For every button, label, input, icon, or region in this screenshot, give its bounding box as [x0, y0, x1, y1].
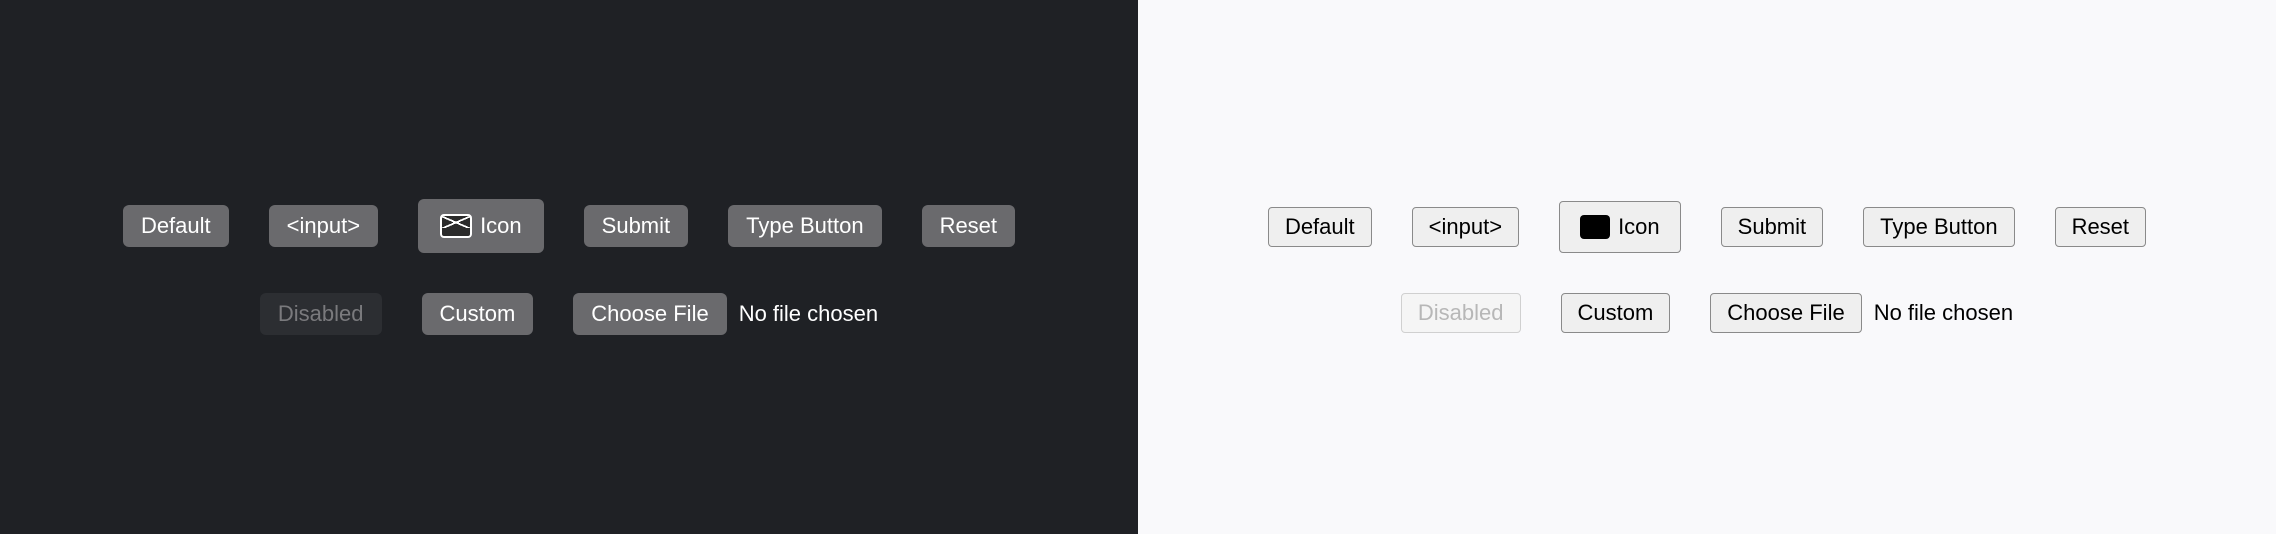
file-input-group: Choose File No file chosen [573, 293, 878, 335]
block-icon [1580, 215, 1610, 239]
icon-button-label: Icon [1618, 214, 1660, 240]
reset-button[interactable]: Reset [2055, 207, 2146, 247]
input-button[interactable]: <input> [269, 205, 378, 247]
dark-panel: Default <input> Icon Submit Type Button … [0, 0, 1138, 534]
type-button[interactable]: Type Button [1863, 207, 2014, 247]
light-row-1: Default <input> Icon Submit Type Button … [1268, 201, 2146, 253]
disabled-button: Disabled [260, 293, 382, 335]
icon-button[interactable]: Icon [1559, 201, 1681, 253]
default-button[interactable]: Default [1268, 207, 1372, 247]
disabled-button: Disabled [1401, 293, 1521, 333]
choose-file-button[interactable]: Choose File [573, 293, 726, 335]
file-input-group: Choose File No file chosen [1710, 293, 2013, 333]
light-panel: Default <input> Icon Submit Type Button … [1138, 0, 2276, 534]
mail-icon [440, 214, 472, 238]
reset-button[interactable]: Reset [922, 205, 1015, 247]
submit-button[interactable]: Submit [1721, 207, 1823, 247]
file-status-text: No file chosen [739, 301, 878, 327]
custom-button[interactable]: Custom [422, 293, 534, 335]
icon-button[interactable]: Icon [418, 199, 544, 253]
custom-button[interactable]: Custom [1561, 293, 1671, 333]
type-button[interactable]: Type Button [728, 205, 881, 247]
submit-button[interactable]: Submit [584, 205, 688, 247]
default-button[interactable]: Default [123, 205, 229, 247]
choose-file-button[interactable]: Choose File [1710, 293, 1861, 333]
dark-row-1: Default <input> Icon Submit Type Button … [123, 199, 1015, 253]
light-row-2: Disabled Custom Choose File No file chos… [1401, 293, 2013, 333]
dark-row-2: Disabled Custom Choose File No file chos… [260, 293, 878, 335]
input-button[interactable]: <input> [1412, 207, 1519, 247]
icon-button-label: Icon [480, 213, 522, 239]
file-status-text: No file chosen [1874, 300, 2013, 326]
